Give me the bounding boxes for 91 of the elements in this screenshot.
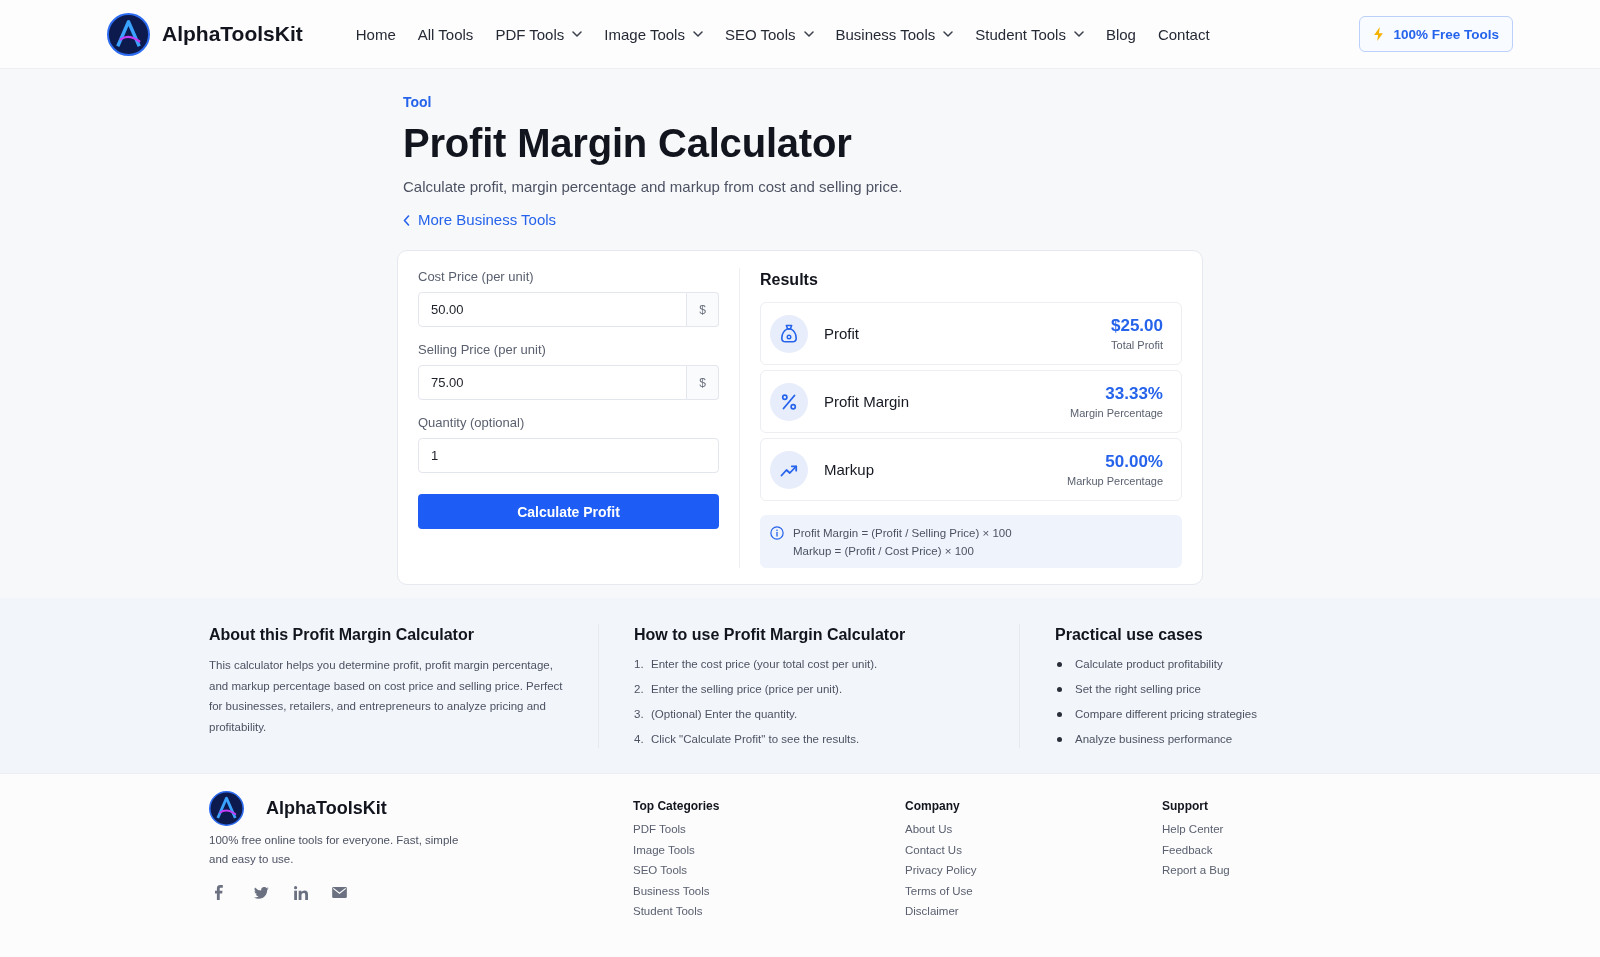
nav-link[interactable]: Blog xyxy=(1105,25,1136,43)
brand-name: AlphaToolsKit xyxy=(266,798,387,819)
use-case-text: Calculate product profitability xyxy=(1075,657,1223,672)
footer-link[interactable]: Help Center xyxy=(1162,819,1224,840)
nav-link[interactable]: Business Tools xyxy=(835,25,954,43)
back-link[interactable]: More Business Tools xyxy=(403,209,557,231)
chevron-down-icon xyxy=(1073,31,1084,37)
currency-addon: $ xyxy=(687,365,719,400)
footer-link[interactable]: PDF Tools xyxy=(633,819,686,840)
nav-link[interactable]: SEO Tools xyxy=(724,25,814,43)
result-value: 33.33% xyxy=(1105,383,1163,405)
footer-link[interactable]: Feedback xyxy=(1162,839,1213,860)
number-input[interactable]: 50.00 xyxy=(418,292,687,327)
formula-text: Profit Margin = (Profit / Selling Price) × 100 xyxy=(793,526,1012,541)
result-caption: Margin Percentage xyxy=(1070,406,1163,420)
trend-up-icon xyxy=(770,450,808,489)
facebook-icon[interactable] xyxy=(215,885,223,900)
step-number: 3. xyxy=(634,708,645,720)
footer-link[interactable]: Report a Bug xyxy=(1162,860,1230,881)
percent-icon xyxy=(770,382,808,421)
field-label: Selling Price (per unit) xyxy=(418,341,547,359)
brand-name: AlphaToolsKit xyxy=(162,22,303,46)
results-heading: Results xyxy=(760,270,819,290)
use-case-text: Compare different pricing strategies xyxy=(1075,707,1257,722)
category-label: Tool xyxy=(403,93,432,111)
formula-text: Markup = (Profit / Cost Price) × 100 xyxy=(793,544,974,559)
footer-tagline: 100% free online tools for everyone. Fast, simple and easy to use. xyxy=(209,833,460,867)
chevron-left-icon xyxy=(403,214,410,226)
calculate-button[interactable]: Calculate Profit xyxy=(418,494,719,529)
page-title: Profit Margin Calculator xyxy=(403,120,852,167)
about-text: This calculator helps you determine profit, profit margin percentage, and markup percentage based on cost price and selling price. Perfect for businesses, retailers, and entrepreneurs to analyze pricing and profitability. xyxy=(209,658,564,735)
step-text: Enter the cost price (your total cost per unit). xyxy=(651,657,878,672)
result-caption: Total Profit xyxy=(1111,338,1163,352)
bullet-icon xyxy=(1057,711,1062,717)
footer-link[interactable]: Image Tools xyxy=(633,839,695,860)
number-input[interactable]: 75.00 xyxy=(418,365,687,400)
currency-addon: $ xyxy=(687,292,719,327)
use-case-text: Set the right selling price xyxy=(1075,682,1201,697)
step-number: 4. xyxy=(634,733,645,745)
step-text: (Optional) Enter the quantity. xyxy=(651,707,798,722)
lightning-icon xyxy=(1374,27,1384,41)
mail-icon[interactable] xyxy=(332,887,347,898)
number-input[interactable]: 1 xyxy=(418,438,719,473)
step-text: Enter the selling price (price per unit). xyxy=(651,682,843,697)
footer-link[interactable]: Business Tools xyxy=(633,880,710,901)
nav-link[interactable]: Home xyxy=(355,25,396,43)
section-heading: About this Profit Margin Calculator xyxy=(209,625,474,645)
result-label: Profit Margin xyxy=(824,393,910,410)
chevron-down-icon xyxy=(943,31,954,37)
result-caption: Markup Percentage xyxy=(1067,474,1163,488)
result-value: 50.00% xyxy=(1105,451,1163,473)
section-heading: How to use Profit Margin Calculator xyxy=(634,625,906,645)
section-heading: Practical use cases xyxy=(1055,625,1203,645)
result-label: Markup xyxy=(824,461,875,478)
nav-link[interactable]: PDF Tools xyxy=(495,25,583,43)
money-bag-icon xyxy=(770,314,808,353)
logo-icon[interactable] xyxy=(107,12,150,56)
bullet-icon xyxy=(1057,686,1062,692)
field-label: Cost Price (per unit) xyxy=(418,268,535,286)
footer-link[interactable]: Privacy Policy xyxy=(905,860,977,881)
nav-link[interactable]: Student Tools xyxy=(975,25,1084,43)
result-label: Profit xyxy=(824,325,859,342)
footer-link[interactable]: Disclaimer xyxy=(905,901,959,922)
bullet-icon xyxy=(1057,736,1062,742)
footer-link[interactable]: Contact Us xyxy=(905,839,962,860)
footer-link[interactable]: Student Tools xyxy=(633,901,703,922)
info-icon xyxy=(770,526,784,540)
chevron-down-icon xyxy=(572,31,583,37)
twitter-icon[interactable] xyxy=(254,886,269,899)
free-tools-button[interactable]: 100% Free Tools xyxy=(1359,16,1513,52)
footer-heading: Support xyxy=(1162,798,1208,814)
nav-link[interactable]: All Tools xyxy=(417,25,474,43)
field-label: Quantity (optional) xyxy=(418,414,526,432)
nav-link[interactable]: Image Tools xyxy=(604,25,703,43)
page-subtitle: Calculate profit, margin percentage and markup from cost and selling price. xyxy=(403,177,903,197)
logo-icon[interactable] xyxy=(209,791,244,826)
use-case-text: Analyze business performance xyxy=(1075,732,1233,747)
step-number: 2. xyxy=(634,683,645,695)
footer-heading: Top Categories xyxy=(633,798,720,814)
result-value: $25.00 xyxy=(1111,315,1163,337)
footer-link[interactable]: Terms of Use xyxy=(905,880,973,901)
footer-link[interactable]: SEO Tools xyxy=(633,860,688,881)
linkedin-icon[interactable] xyxy=(294,885,308,900)
step-number: 1. xyxy=(634,658,645,670)
nav-link[interactable]: Contact xyxy=(1157,25,1210,43)
chevron-down-icon xyxy=(803,31,814,37)
bullet-icon xyxy=(1057,661,1062,667)
step-text: Click "Calculate Profit" to see the results. xyxy=(651,732,860,747)
footer-heading: Company xyxy=(905,798,960,814)
chevron-down-icon xyxy=(692,31,703,37)
footer-link[interactable]: About Us xyxy=(905,819,953,840)
